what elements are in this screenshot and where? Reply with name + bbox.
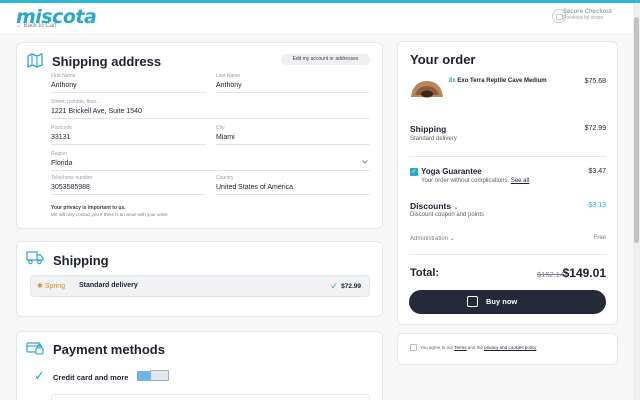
- last-name-value: Anthony: [216, 82, 242, 89]
- street-value: 1221 Brickell Ave, Suite 1540: [51, 108, 142, 115]
- street-label: Street, number, floor...: [51, 99, 101, 105]
- privacy-text: We will only contact you if there is an …: [51, 212, 169, 217]
- secure-powered-by: Powered by stripe: [562, 15, 603, 21]
- yoga-guarantee-sub: Your order without complications. See al…: [421, 178, 529, 184]
- chevron-down-icon: ⌄: [453, 205, 459, 211]
- privacy-link[interactable]: privacy and cookies policy: [484, 345, 536, 350]
- edit-account-button[interactable]: Edit my account or addresses: [281, 54, 370, 65]
- credit-card-option[interactable]: Credit card and more: [53, 373, 128, 382]
- order-title: Your order: [410, 52, 476, 67]
- terms-checkbox[interactable]: [410, 344, 417, 351]
- administration-toggle[interactable]: Administration ⌄: [410, 235, 455, 242]
- country-label: Country: [216, 175, 234, 181]
- postcode-label: Postcode: [51, 125, 72, 131]
- phone-value: 3053585988: [51, 184, 90, 191]
- product-qty: 8x: [449, 78, 456, 84]
- region-select[interactable]: Region Florida: [51, 149, 370, 171]
- buy-now-button[interactable]: Buy now: [409, 290, 606, 314]
- phone-label: Telephone number: [51, 175, 93, 181]
- card-form-box[interactable]: [51, 394, 370, 400]
- map-icon: [27, 53, 43, 68]
- carrier-logo: ✺ Spring: [37, 283, 66, 290]
- card-lock-icon: [26, 342, 44, 355]
- discounts-toggle[interactable]: Discounts ⌄: [410, 201, 459, 211]
- shipping-method-label: Standard delivery: [79, 282, 138, 289]
- reptile-cave-image: [411, 81, 443, 98]
- total-old-price: $152.14: [537, 270, 565, 279]
- administration-price: Free: [593, 235, 606, 241]
- yoga-guarantee-title: Yoga Guarantee: [421, 167, 482, 176]
- last-name-field[interactable]: Last Name Anthony: [216, 71, 370, 93]
- postcode-field[interactable]: Postcode 33131: [51, 123, 206, 145]
- shipping-address-title: Shipping address: [52, 54, 162, 69]
- street-field[interactable]: Street, number, floor... 1221 Brickell A…: [51, 97, 370, 119]
- chevron-down-icon: ⌄: [449, 236, 455, 242]
- terms-link[interactable]: Terms: [454, 345, 466, 350]
- checkmark-icon: ✓: [34, 368, 45, 383]
- first-name-value: Anthony: [51, 82, 77, 89]
- divider: [409, 254, 606, 255]
- shipping-option-standard[interactable]: ✺ Spring Standard delivery ✓ $72.99: [30, 275, 370, 297]
- total-price: $149.01: [562, 266, 606, 280]
- payment-methods-title: Payment methods: [53, 342, 165, 357]
- country-value: United States of America: [216, 184, 294, 191]
- region-value: Florida: [51, 160, 73, 167]
- product-name[interactable]: 8x Exo Terra Reptile Cave Medium: [449, 78, 547, 84]
- truck-icon: [26, 251, 44, 265]
- discounts-sub: Discount coupon and points: [410, 212, 485, 218]
- product-title: Exo Terra Reptile Cave Medium: [457, 78, 547, 84]
- see-all-link[interactable]: See all: [511, 178, 529, 184]
- terms-prefix: You agree to our: [420, 345, 454, 350]
- terms-middle: and the: [467, 345, 483, 350]
- privacy-title: Your privacy is important to us.: [51, 205, 126, 211]
- shipping-title: Shipping: [53, 253, 109, 268]
- city-label: City: [216, 125, 225, 131]
- secure-checkout-badge: Secure Checkout Powered by stripe: [563, 9, 612, 21]
- chevron-down-icon: [362, 160, 368, 164]
- checkmark-icon: ✓: [330, 281, 338, 291]
- first-name-label: First Name: [51, 73, 76, 79]
- country-field[interactable]: Country United States of America: [216, 173, 370, 195]
- city-value: Miami: [216, 134, 235, 141]
- phone-field[interactable]: Telephone number 3053585988: [51, 173, 206, 195]
- buy-now-label: Buy now: [486, 297, 518, 306]
- product-price: $75.68: [584, 78, 606, 85]
- city-field[interactable]: City Miami: [216, 123, 370, 145]
- administration-label: Administration: [410, 236, 449, 242]
- first-name-field[interactable]: First Name Anthony: [51, 71, 206, 93]
- yoga-guarantee-price: $3.47: [588, 168, 606, 175]
- secure-payment-icon: [467, 296, 478, 307]
- order-shipping-price: $72.99: [584, 125, 606, 132]
- terms-text: You agree to our Terms and the privacy a…: [420, 345, 536, 350]
- last-name-label: Last Name: [216, 73, 241, 79]
- yoga-guarantee-checkbox[interactable]: ✓: [410, 168, 418, 176]
- total-label: Total:: [410, 267, 440, 279]
- shipping-option-price: $72.99: [341, 283, 361, 290]
- order-shipping-title: Shipping: [410, 124, 447, 134]
- scrollbar-thumb[interactable]: [634, 17, 639, 243]
- region-label: Region: [51, 151, 67, 157]
- divider: [409, 156, 606, 157]
- postcode-value: 33131: [51, 134, 71, 141]
- credit-cards-image: [137, 369, 169, 382]
- back-to-cart-link[interactable]: ← Back to Cart: [16, 23, 57, 29]
- discounts-title: Discounts: [410, 201, 452, 211]
- discounts-price: -$3.13: [586, 202, 606, 209]
- order-shipping-sub: Standard delivery: [410, 136, 457, 142]
- header: miscota ← Back to Cart Secure Checkout P…: [0, 3, 640, 33]
- carrier-name: Spring: [44, 283, 66, 290]
- yoga-guarantee-text: Your order without complications.: [421, 178, 510, 184]
- scrollbar[interactable]: [633, 3, 640, 400]
